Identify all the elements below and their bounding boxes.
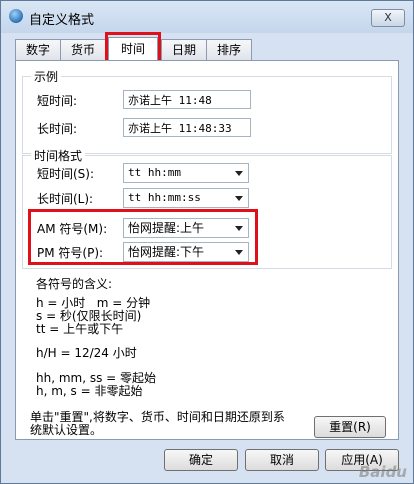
- long-format-value: tt hh:mm:ss: [128, 191, 201, 204]
- long-time-preview: 亦诺上午 11:48:33: [123, 118, 251, 137]
- am-pm-highlight: [28, 209, 258, 265]
- title-bar: 自定义格式 X: [1, 1, 413, 33]
- window-title: 自定义格式: [29, 13, 95, 28]
- help-line: h, m, s = 非零起始: [36, 384, 143, 398]
- cancel-button[interactable]: 取消: [245, 449, 319, 471]
- example-group: 示例 短时间: 亦诺上午 11:48 长时间: 亦诺上午 11:48:33: [22, 68, 392, 154]
- short-time-label: 短时间:: [37, 94, 78, 108]
- long-time-label: 长时间:: [37, 122, 78, 136]
- tab-currency[interactable]: 货币: [60, 39, 106, 60]
- reset-note-line: 统默认设置。: [30, 423, 103, 437]
- short-time-preview: 亦诺上午 11:48: [123, 90, 251, 109]
- help-line: tt = 上午或下午: [36, 322, 124, 336]
- example-group-title: 示例: [31, 68, 62, 85]
- long-format-select[interactable]: tt hh:mm:ss: [123, 188, 249, 208]
- time-format-group-title: 时间格式: [31, 147, 86, 164]
- baidu-watermark: Baidu: [358, 463, 407, 481]
- chevron-down-icon: [235, 171, 243, 176]
- long-format-label: 长时间(L):: [37, 192, 94, 206]
- short-format-value: tt hh:mm: [128, 166, 181, 179]
- short-format-label: 短时间(S):: [37, 167, 95, 181]
- tab-date[interactable]: 日期: [161, 39, 207, 60]
- chevron-down-icon: [235, 196, 243, 201]
- tab-number[interactable]: 数字: [15, 39, 61, 60]
- reset-button[interactable]: 重置(R): [314, 416, 386, 438]
- close-button[interactable]: X: [371, 9, 405, 27]
- short-format-select[interactable]: tt hh:mm: [123, 163, 249, 183]
- symbols-help-title: 各符号的含义:: [36, 277, 113, 291]
- help-line: h/H = 12/24 小时: [36, 346, 137, 360]
- ok-button[interactable]: 确定: [164, 449, 238, 471]
- custom-format-dialog: 自定义格式 X 数字 货币 时间 日期 排序 示例 短时间: 亦诺上午 11:4…: [0, 0, 414, 484]
- globe-icon: [9, 9, 23, 23]
- tab-sort[interactable]: 排序: [206, 39, 252, 60]
- reset-note: 单击"重置",将数字、货币、时间和日期还原到系 统默认设置。: [30, 411, 310, 437]
